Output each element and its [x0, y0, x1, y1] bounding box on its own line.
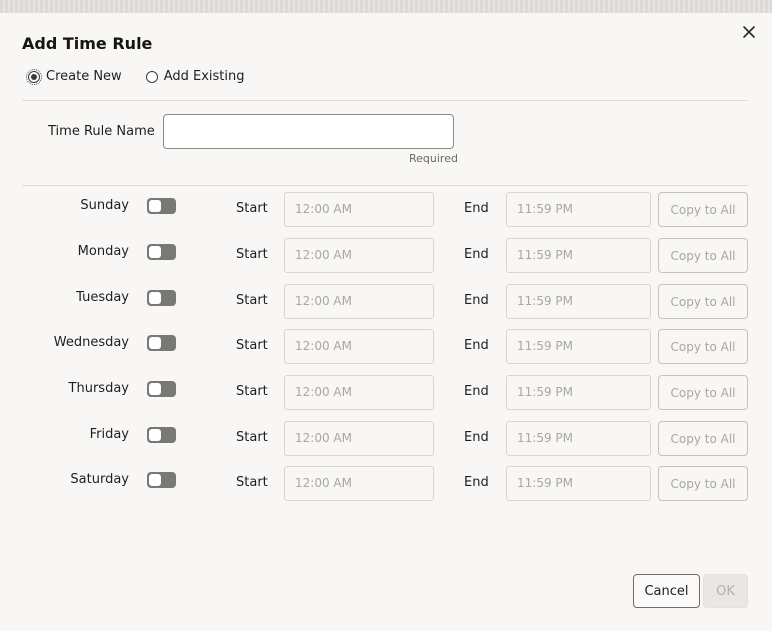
radio-add-existing-label: Add Existing: [163, 69, 245, 84]
day-enabled-toggle[interactable]: [147, 427, 176, 443]
end-time-input[interactable]: 11:59 PM: [506, 466, 651, 501]
radio-create-new[interactable]: Create New: [26, 68, 122, 85]
start-label: Start: [236, 247, 268, 262]
start-label: Start: [236, 293, 268, 308]
copy-to-all-button[interactable]: Copy to All: [658, 329, 748, 364]
day-label: Sunday: [80, 198, 129, 213]
time-rule-name-label: Time Rule Name: [48, 124, 155, 139]
day-row-monday: Monday Start 12:00 AM End 11:59 PM Copy to Al…: [0, 238, 772, 274]
start-time-input[interactable]: 12:00 AM: [284, 375, 434, 410]
end-label: End: [464, 338, 489, 353]
start-label: Start: [236, 201, 268, 216]
radio-add-existing[interactable]: Add Existing: [145, 69, 245, 84]
start-label: Start: [236, 384, 268, 399]
day-row-wednesday: Wednesday Start 12:00 AM End 11:59 PM Copy to…: [0, 329, 772, 365]
end-label: End: [464, 384, 489, 399]
copy-to-all-button[interactable]: Copy to All: [658, 466, 748, 501]
day-row-sunday: Sunday Start 12:00 AM End 11:59 PM Copy to Al…: [0, 192, 772, 228]
copy-to-all-button[interactable]: Copy to All: [658, 192, 748, 227]
end-label: End: [464, 475, 489, 490]
day-enabled-toggle[interactable]: [147, 290, 176, 306]
toggle-knob: [149, 337, 161, 349]
end-time-input[interactable]: 11:59 PM: [506, 421, 651, 456]
day-enabled-toggle[interactable]: [147, 335, 176, 351]
start-time-input[interactable]: 12:00 AM: [284, 192, 434, 227]
toggle-knob: [149, 292, 161, 304]
add-time-rule-dialog: Add Time Rule Create New Add Existing Ti…: [0, 13, 772, 631]
day-label: Monday: [77, 244, 129, 259]
end-time-input[interactable]: 11:59 PM: [506, 284, 651, 319]
divider: [22, 185, 748, 186]
divider: [22, 100, 748, 101]
radio-create-new-label: Create New: [46, 69, 122, 84]
copy-to-all-button[interactable]: Copy to All: [658, 284, 748, 319]
day-label: Wednesday: [53, 335, 129, 350]
start-time-input[interactable]: 12:00 AM: [284, 329, 434, 364]
day-label: Tuesday: [76, 290, 129, 305]
start-label: Start: [236, 475, 268, 490]
start-label: Start: [236, 338, 268, 353]
start-time-input[interactable]: 12:00 AM: [284, 284, 434, 319]
day-row-friday: Friday Start 12:00 AM End 11:59 PM Copy to Al…: [0, 421, 772, 457]
radio-unselected-icon[interactable]: [145, 70, 158, 83]
ok-button[interactable]: OK: [703, 574, 748, 608]
close-icon[interactable]: [740, 23, 758, 41]
end-time-input[interactable]: 11:59 PM: [506, 375, 651, 410]
copy-to-all-button[interactable]: Copy to All: [658, 238, 748, 273]
end-label: End: [464, 201, 489, 216]
end-time-input[interactable]: 11:59 PM: [506, 238, 651, 273]
day-label: Friday: [89, 427, 129, 442]
day-enabled-toggle[interactable]: [147, 381, 176, 397]
dialog-title: Add Time Rule: [22, 34, 153, 53]
day-label: Saturday: [70, 472, 129, 487]
day-row-tuesday: Tuesday Start 12:00 AM End 11:59 PM Copy to A…: [0, 284, 772, 320]
toggle-knob: [149, 474, 161, 486]
required-hint: Required: [409, 152, 458, 165]
toggle-knob: [149, 383, 161, 395]
time-rule-name-input[interactable]: [163, 114, 454, 149]
day-row-thursday: Thursday Start 12:00 AM End 11:59 PM Copy to …: [0, 375, 772, 411]
mode-radio-group: Create New Add Existing: [26, 68, 245, 85]
toggle-knob: [149, 429, 161, 441]
copy-to-all-button[interactable]: Copy to All: [658, 375, 748, 410]
day-label: Thursday: [68, 381, 129, 396]
day-row-saturday: Saturday Start 12:00 AM End 11:59 PM Copy to …: [0, 466, 772, 502]
end-time-input[interactable]: 11:59 PM: [506, 329, 651, 364]
day-enabled-toggle[interactable]: [147, 472, 176, 488]
start-label: Start: [236, 430, 268, 445]
end-label: End: [464, 293, 489, 308]
day-enabled-toggle[interactable]: [147, 198, 176, 214]
start-time-input[interactable]: 12:00 AM: [284, 238, 434, 273]
copy-to-all-button[interactable]: Copy to All: [658, 421, 748, 456]
start-time-input[interactable]: 12:00 AM: [284, 466, 434, 501]
end-time-input[interactable]: 11:59 PM: [506, 192, 651, 227]
cancel-button[interactable]: Cancel: [633, 574, 700, 608]
toggle-knob: [149, 246, 161, 258]
background-page-strip: [0, 0, 772, 13]
end-label: End: [464, 247, 489, 262]
day-enabled-toggle[interactable]: [147, 244, 176, 260]
radio-selected-icon[interactable]: [26, 68, 42, 85]
end-label: End: [464, 430, 489, 445]
start-time-input[interactable]: 12:00 AM: [284, 421, 434, 456]
toggle-knob: [149, 200, 161, 212]
